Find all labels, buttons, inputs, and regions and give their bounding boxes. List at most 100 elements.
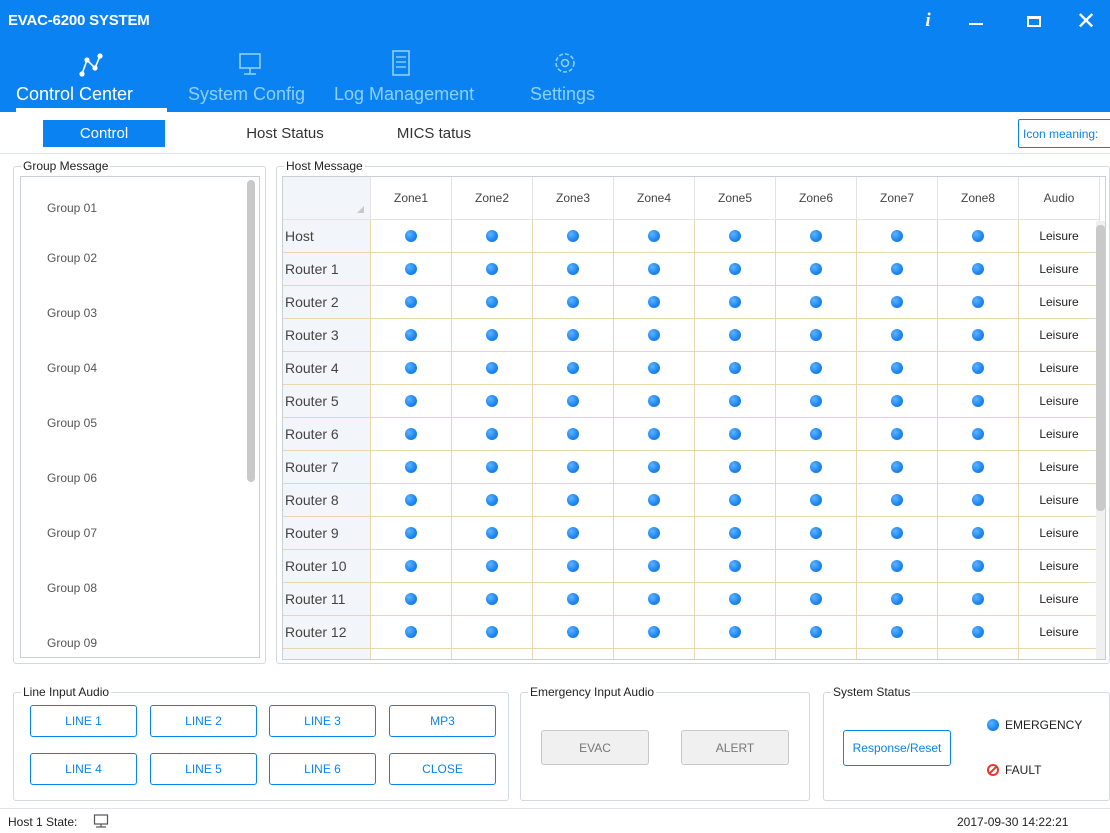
zone-cell[interactable] <box>371 352 452 385</box>
zone-cell[interactable] <box>533 253 614 286</box>
zone-cell[interactable] <box>452 484 533 517</box>
group-item[interactable]: Group 01 <box>47 201 97 215</box>
group-item[interactable]: Group 05 <box>47 416 97 430</box>
zone-cell[interactable] <box>533 583 614 616</box>
tab-control[interactable]: Control <box>43 120 165 147</box>
zone-cell[interactable] <box>857 220 938 253</box>
zone-cell[interactable] <box>695 220 776 253</box>
audio-cell[interactable]: Leisure <box>1019 484 1100 517</box>
zone-cell[interactable] <box>452 286 533 319</box>
zone-cell[interactable] <box>938 253 1019 286</box>
group-item[interactable]: Group 03 <box>47 306 97 320</box>
line2-button[interactable]: LINE 2 <box>150 705 257 737</box>
group-item[interactable]: Group 08 <box>47 581 97 595</box>
zone-cell[interactable] <box>695 451 776 484</box>
line4-button[interactable]: LINE 4 <box>30 753 137 785</box>
zone-cell[interactable] <box>533 385 614 418</box>
icon-meaning-button[interactable]: Icon meaning: <box>1018 119 1110 148</box>
zone-cell[interactable] <box>452 352 533 385</box>
zone-cell[interactable] <box>938 286 1019 319</box>
zone-cell[interactable] <box>776 319 857 352</box>
zone-cell[interactable] <box>614 484 695 517</box>
zone-cell[interactable] <box>533 517 614 550</box>
zone-cell[interactable] <box>857 253 938 286</box>
zone-cell[interactable] <box>695 418 776 451</box>
zone-cell[interactable] <box>614 385 695 418</box>
zone-cell[interactable] <box>695 319 776 352</box>
zone-cell[interactable] <box>776 583 857 616</box>
zone-cell[interactable] <box>614 286 695 319</box>
audio-cell[interactable]: Leisure <box>1019 319 1100 352</box>
zone-cell[interactable] <box>371 319 452 352</box>
alert-button[interactable]: ALERT <box>681 730 789 765</box>
zone-cell[interactable] <box>776 220 857 253</box>
audio-cell[interactable]: Leisure <box>1019 220 1100 253</box>
zone-cell[interactable] <box>857 550 938 583</box>
zone-cell[interactable] <box>452 517 533 550</box>
zone-cell[interactable] <box>857 286 938 319</box>
zone-cell[interactable] <box>371 253 452 286</box>
zone-cell[interactable] <box>371 583 452 616</box>
zone-cell[interactable] <box>857 649 938 659</box>
zone-cell[interactable] <box>533 220 614 253</box>
zone-cell[interactable] <box>695 253 776 286</box>
zone-cell[interactable] <box>614 616 695 649</box>
info-button[interactable]: i <box>910 6 946 36</box>
zone-cell[interactable] <box>452 649 533 659</box>
zone-cell[interactable] <box>776 253 857 286</box>
zone-cell[interactable] <box>695 616 776 649</box>
zone-cell[interactable] <box>695 583 776 616</box>
group-item[interactable]: Group 04 <box>47 361 97 375</box>
nav-settings[interactable]: Settings <box>530 48 614 108</box>
zone-cell[interactable] <box>857 418 938 451</box>
close-audio-button[interactable]: CLOSE <box>389 753 496 785</box>
audio-cell[interactable]: Leisure <box>1019 550 1100 583</box>
zone-cell[interactable] <box>938 418 1019 451</box>
group-item[interactable]: Group 02 <box>47 251 97 265</box>
zone-cell[interactable] <box>371 484 452 517</box>
zone-cell[interactable] <box>371 385 452 418</box>
audio-cell[interactable]: Leisure <box>1019 286 1100 319</box>
audio-cell[interactable]: Leisure <box>1019 385 1100 418</box>
zone-cell[interactable] <box>371 616 452 649</box>
audio-cell[interactable]: Leisure <box>1019 253 1100 286</box>
evac-button[interactable]: EVAC <box>541 730 649 765</box>
zone-cell[interactable] <box>938 550 1019 583</box>
nav-control-center[interactable]: Control Center <box>16 48 168 108</box>
zone-cell[interactable] <box>452 550 533 583</box>
zone-cell[interactable] <box>533 484 614 517</box>
zone-cell[interactable] <box>857 583 938 616</box>
zone-cell[interactable] <box>533 418 614 451</box>
zone-cell[interactable] <box>938 220 1019 253</box>
zone-cell[interactable] <box>776 484 857 517</box>
zone-cell[interactable] <box>614 517 695 550</box>
audio-cell[interactable]: Leisure <box>1019 616 1100 649</box>
zone-cell[interactable] <box>614 418 695 451</box>
audio-cell[interactable]: Leisure <box>1019 517 1100 550</box>
zone-cell[interactable] <box>614 352 695 385</box>
zone-cell[interactable] <box>371 550 452 583</box>
zone-cell[interactable] <box>776 385 857 418</box>
zone-cell[interactable] <box>695 517 776 550</box>
zone-cell[interactable] <box>614 583 695 616</box>
group-item[interactable]: Group 06 <box>47 471 97 485</box>
line5-button[interactable]: LINE 5 <box>150 753 257 785</box>
zone-cell[interactable] <box>533 319 614 352</box>
zone-cell[interactable] <box>776 352 857 385</box>
audio-cell[interactable]: Leisure <box>1019 583 1100 616</box>
zone-cell[interactable] <box>857 385 938 418</box>
zone-cell[interactable] <box>938 319 1019 352</box>
zone-cell[interactable] <box>533 649 614 659</box>
zone-cell[interactable] <box>452 220 533 253</box>
zone-cell[interactable] <box>371 451 452 484</box>
zone-cell[interactable] <box>614 220 695 253</box>
zone-cell[interactable] <box>533 352 614 385</box>
zone-cell[interactable] <box>695 484 776 517</box>
audio-cell[interactable]: Leisure <box>1019 418 1100 451</box>
host-table-scrollbar[interactable] <box>1096 221 1105 659</box>
zone-cell[interactable] <box>695 352 776 385</box>
zone-cell[interactable] <box>938 616 1019 649</box>
nav-system-config[interactable]: System Config <box>188 48 308 108</box>
tab-mics-status[interactable]: MICS tatus <box>378 120 490 147</box>
zone-cell[interactable] <box>452 418 533 451</box>
